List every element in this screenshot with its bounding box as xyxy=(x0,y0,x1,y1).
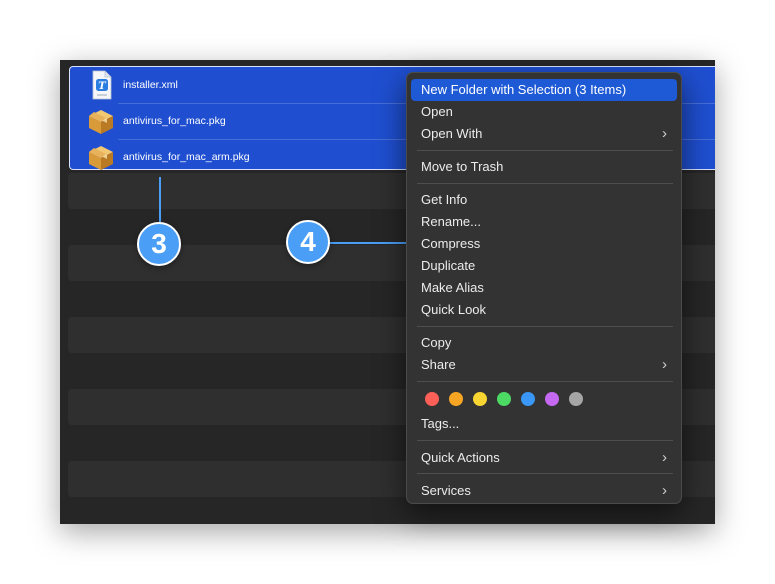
menu-separator xyxy=(417,183,673,184)
file-name: antivirus_for_mac_arm.pkg xyxy=(123,151,250,163)
chevron-right-icon: › xyxy=(662,125,667,142)
menu-item-tags[interactable]: Tags... xyxy=(411,413,677,435)
menu-item-open[interactable]: Open xyxy=(411,101,677,123)
menu-item-quick-actions[interactable]: Quick Actions › xyxy=(411,447,677,469)
menu-separator xyxy=(417,440,673,441)
tag-blue[interactable] xyxy=(521,392,535,406)
menu-separator xyxy=(417,150,673,151)
menu-item-new-folder-with-selection[interactable]: New Folder with Selection (3 Items) xyxy=(411,79,677,101)
menu-separator xyxy=(417,326,673,327)
menu-item-label: Quick Actions xyxy=(421,450,500,465)
menu-item-rename[interactable]: Rename... xyxy=(411,211,677,233)
menu-item-get-info[interactable]: Get Info xyxy=(411,189,677,211)
menu-separator xyxy=(417,381,673,382)
menu-item-compress[interactable]: Compress xyxy=(411,233,677,255)
chevron-right-icon: › xyxy=(662,449,667,466)
menu-item-copy[interactable]: Copy xyxy=(411,332,677,354)
file-name: installer.xml xyxy=(123,79,178,91)
package-icon xyxy=(89,146,113,170)
chevron-right-icon: › xyxy=(662,482,667,499)
menu-item-duplicate[interactable]: Duplicate xyxy=(411,255,677,277)
tag-orange[interactable] xyxy=(449,392,463,406)
menu-separator xyxy=(417,473,673,474)
menu-item-open-with[interactable]: Open With › xyxy=(411,123,677,145)
callout-3-line xyxy=(159,177,161,225)
menu-item-share[interactable]: Share › xyxy=(411,354,677,376)
tag-red[interactable] xyxy=(425,392,439,406)
file-name: antivirus_for_mac.pkg xyxy=(123,115,226,127)
package-icon xyxy=(89,110,113,134)
menu-item-make-alias[interactable]: Make Alias xyxy=(411,277,677,299)
menu-item-move-to-trash[interactable]: Move to Trash xyxy=(411,156,677,178)
menu-item-label: Share xyxy=(421,357,456,372)
menu-item-services[interactable]: Services › xyxy=(411,480,677,502)
callout-4-line xyxy=(328,242,412,244)
chevron-right-icon: › xyxy=(662,356,667,373)
step-4-callout: 4 xyxy=(286,220,330,264)
menu-item-label: Open With xyxy=(421,126,483,141)
menu-item-quick-look[interactable]: Quick Look xyxy=(411,299,677,321)
menu-item-label: Services xyxy=(421,483,471,498)
tag-green[interactable] xyxy=(497,392,511,406)
tag-gray[interactable] xyxy=(569,392,583,406)
xml-document-icon: T xyxy=(92,70,112,100)
step-3-callout: 3 xyxy=(137,222,181,266)
tag-yellow[interactable] xyxy=(473,392,487,406)
tag-purple[interactable] xyxy=(545,392,559,406)
context-menu: New Folder with Selection (3 Items) Open… xyxy=(406,72,682,504)
